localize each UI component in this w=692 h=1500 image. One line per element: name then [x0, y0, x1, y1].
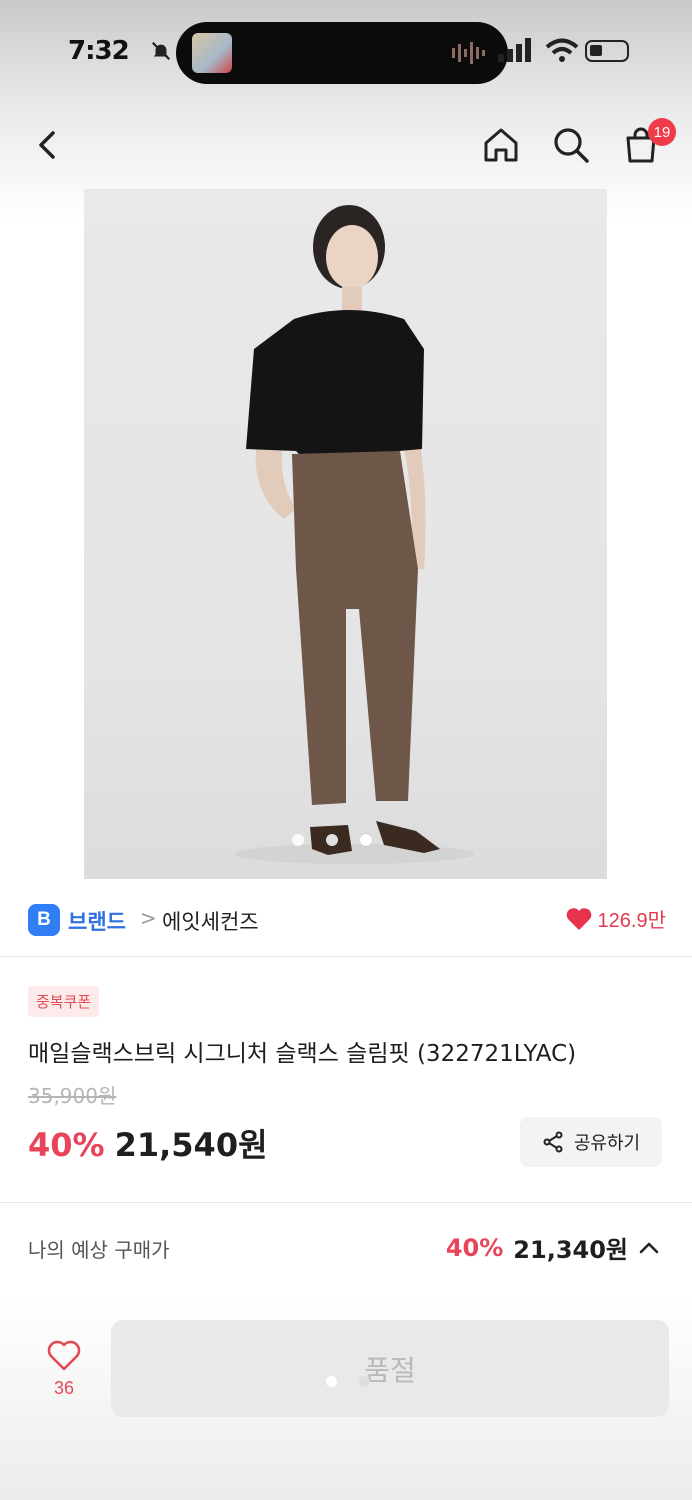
page-dot: [359, 1376, 370, 1387]
wifi-icon: [545, 38, 579, 62]
back-button[interactable]: [24, 120, 74, 170]
battery-icon: [585, 40, 629, 62]
original-price: 35,900원: [28, 1084, 117, 1108]
estimated-price: 21,340원: [513, 1236, 628, 1264]
estimated-price-label: 나의 예상 구매가: [28, 1238, 170, 1262]
status-bar: 7:32: [0, 0, 692, 100]
back-icon: [39, 131, 55, 159]
soldout-button[interactable]: 품절: [111, 1320, 669, 1417]
chevron-up-icon: [639, 1242, 659, 1253]
dynamic-island[interactable]: [176, 22, 508, 84]
likes-count: 126.9만: [597, 910, 666, 932]
brand-badge: B: [28, 904, 60, 936]
estimated-price-toggle[interactable]: 40% 21,340원: [446, 1230, 660, 1265]
home-icon: [484, 128, 518, 162]
model-figure: [234, 205, 474, 864]
breadcrumb-separator: >: [140, 906, 157, 930]
search-icon: [554, 128, 589, 163]
share-label: 공유하기: [573, 1133, 641, 1154]
brand-likes[interactable]: 126.9만: [566, 904, 666, 933]
bell-muted-icon: [151, 41, 171, 61]
heart-icon: [566, 907, 591, 930]
estimated-discount: 40%: [445, 1233, 504, 1262]
heart-outline-icon: [47, 1340, 81, 1371]
cart-count-badge: 19: [648, 118, 676, 146]
divider: [0, 956, 692, 957]
image-pagination: [292, 834, 372, 846]
home-button[interactable]: [476, 120, 526, 170]
media-thumbnail: [192, 33, 232, 73]
wishlist-button[interactable]: 36: [40, 1340, 88, 1399]
brand-name-link[interactable]: 에잇세컨즈: [162, 906, 259, 936]
pagination-dot-active[interactable]: [360, 834, 372, 846]
product-image[interactable]: [84, 189, 607, 879]
coupon-tag: 중복쿠폰: [28, 986, 100, 1017]
discount-percent: 40%: [28, 1126, 105, 1164]
pagination-dot[interactable]: [326, 834, 338, 846]
sale-price-row: 40% 21,540원: [28, 1120, 268, 1166]
page-dot-active: [326, 1376, 337, 1387]
audio-wave-icon: [452, 42, 485, 64]
product-title: 매일슬랙스브릭 시그니처 슬랙스 슬림핏 (322721LYAC): [28, 1041, 577, 1067]
share-button[interactable]: 공유하기: [520, 1117, 662, 1167]
share-icon: [543, 1131, 563, 1153]
cellular-signal-icon: [498, 38, 531, 62]
brand-link[interactable]: 브랜드: [68, 906, 126, 936]
status-time: 7:32: [68, 36, 130, 66]
pagination-dot[interactable]: [292, 834, 304, 846]
page-indicator: [326, 1376, 370, 1387]
wishlist-count: 36: [53, 1378, 75, 1398]
sale-price: 21,540원: [114, 1126, 268, 1164]
divider: [0, 1202, 692, 1203]
brand-row: B 브랜드 > 에잇세컨즈 126.9만: [28, 900, 668, 940]
search-button[interactable]: [546, 120, 596, 170]
